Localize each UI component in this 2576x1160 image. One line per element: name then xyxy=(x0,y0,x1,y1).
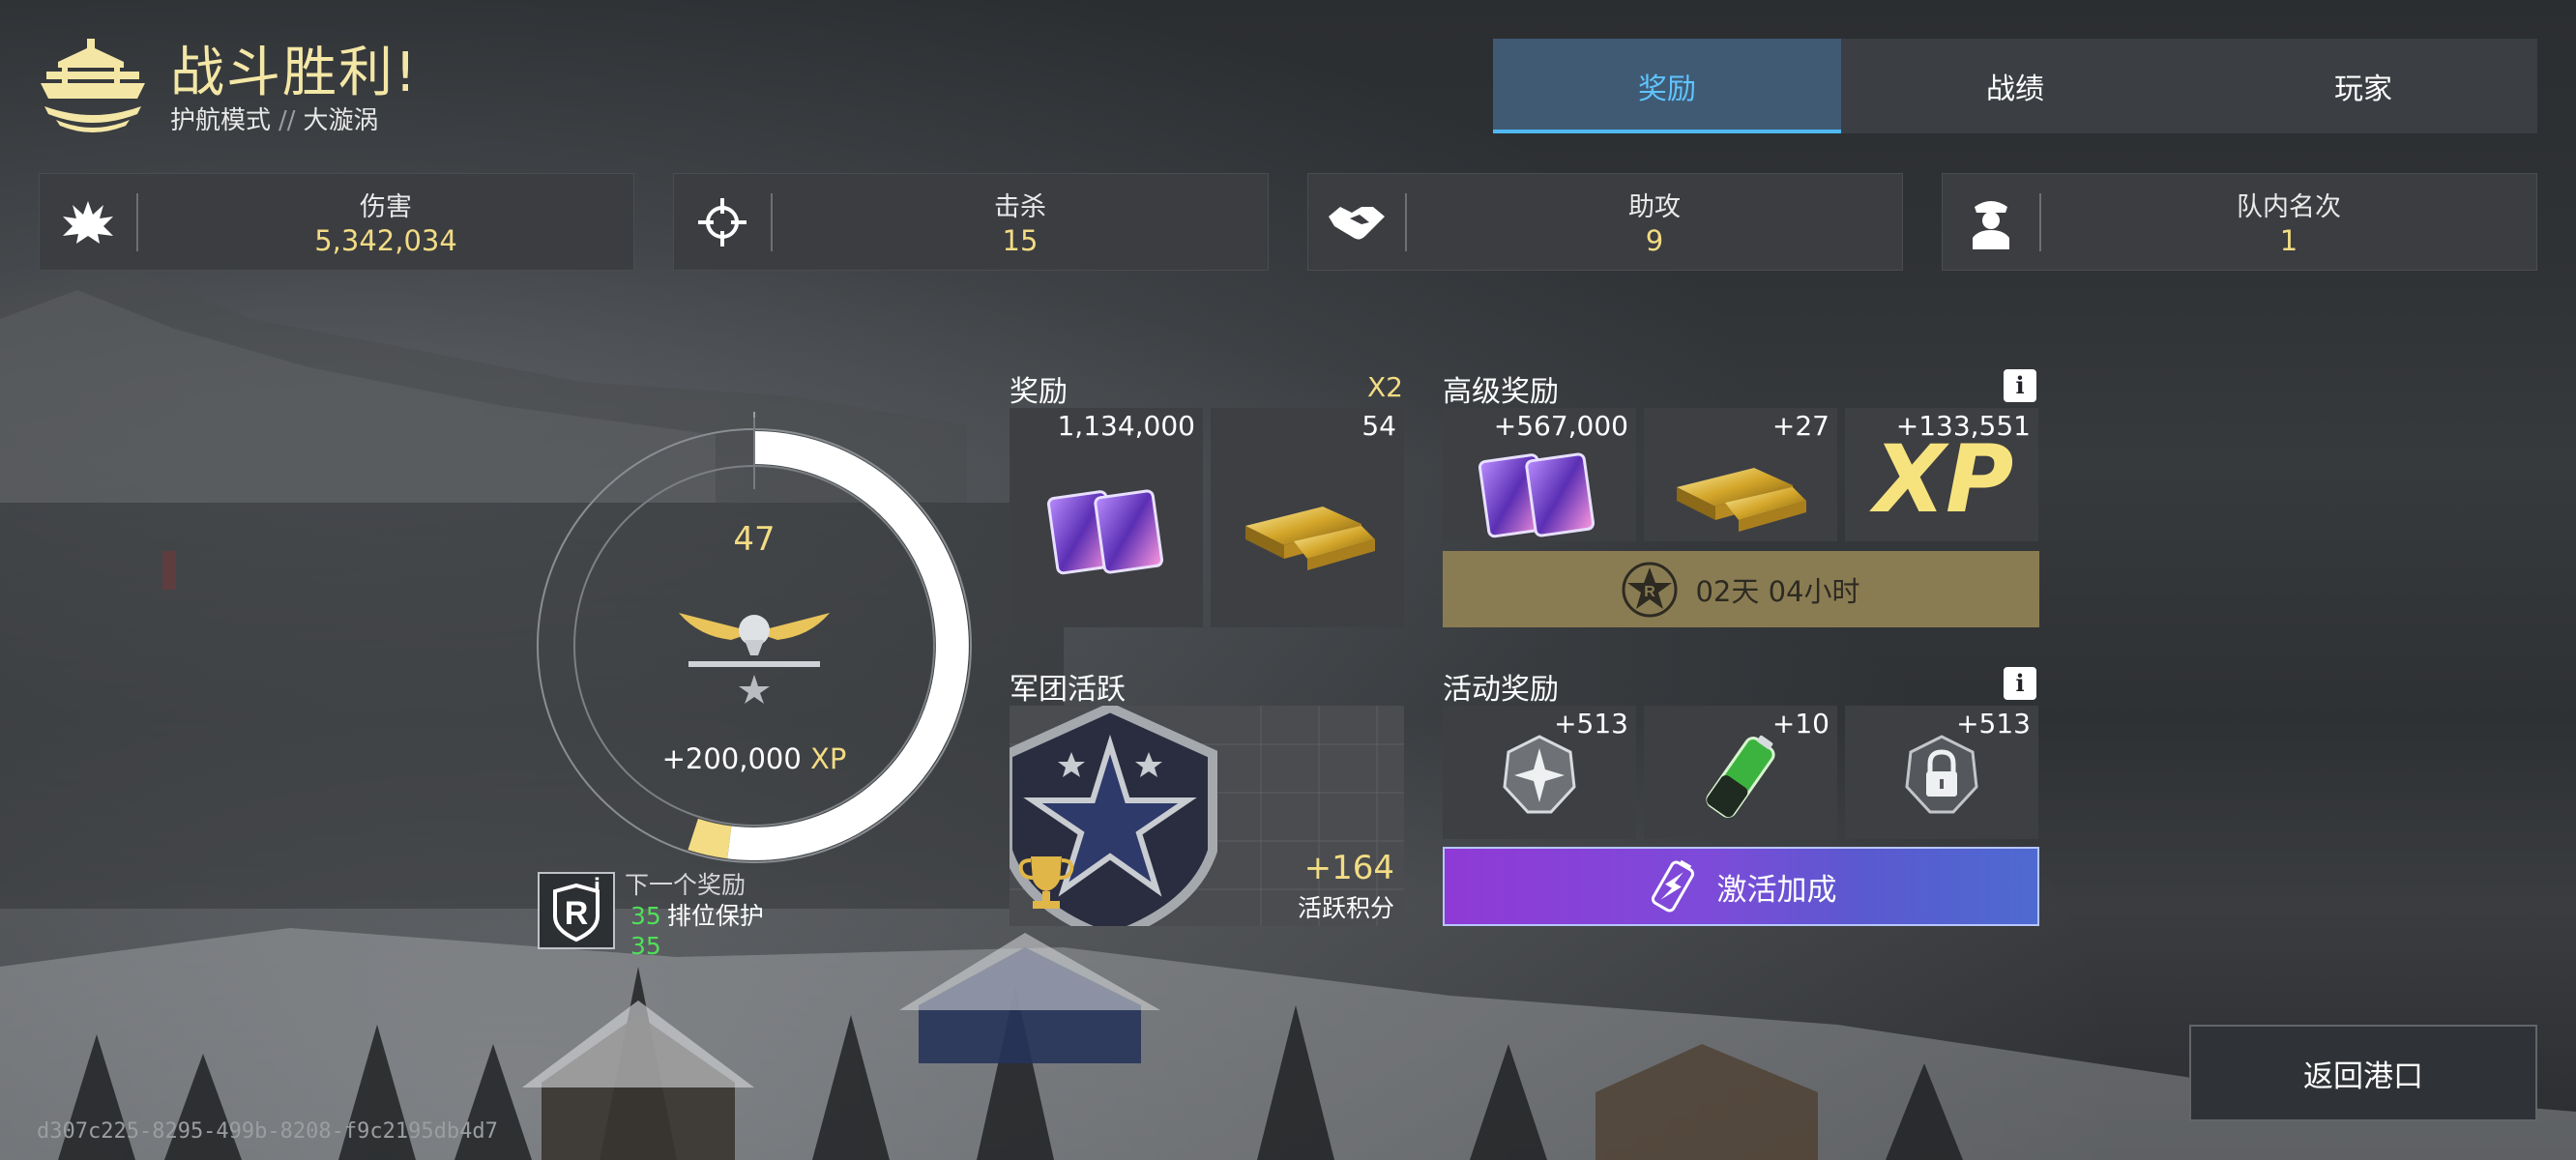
legion-activity-title: 军团活跃 xyxy=(1010,673,1126,707)
map-name: 大漩涡 xyxy=(303,106,379,135)
legion-points-label: 活跃积分 xyxy=(1297,894,1394,922)
reward-amount: 1,134,000 xyxy=(1057,410,1195,442)
compass-star-icon xyxy=(1503,735,1576,814)
tab-rewards[interactable]: 奖励 xyxy=(1493,39,1841,133)
stat-value: 5,342,034 xyxy=(314,224,457,257)
next-reward-label: 下一个奖励 xyxy=(625,871,746,899)
premium-tile-gold[interactable]: +27 xyxy=(1644,408,1837,541)
stat-value: 15 xyxy=(1002,224,1039,257)
info-icon[interactable]: i xyxy=(2004,667,2036,700)
rank-protection-badge[interactable]: R xyxy=(538,872,615,949)
stat-card-kills: 击杀 15 xyxy=(673,173,1269,271)
eagle-rank-icon xyxy=(669,597,839,706)
battery-icon xyxy=(1706,735,1775,818)
next-reward-detail: 35 排位保护 xyxy=(630,897,764,932)
xp-gain-amount: +200,000 xyxy=(661,742,802,775)
page-title: 战斗胜利! xyxy=(170,42,419,104)
xp-icon: XP xyxy=(1874,425,2014,534)
premium-timer-bar[interactable]: R 02天 04小时 xyxy=(1443,551,2039,627)
battle-subtitle: 护航模式//大漩涡 xyxy=(170,101,379,136)
boost-battery-icon xyxy=(1651,859,1694,913)
activate-boost-label: 激活加成 xyxy=(1716,872,1837,908)
xp-gain: +200,000 XP xyxy=(619,742,890,775)
svg-text:R: R xyxy=(1645,584,1656,600)
next-reward-count-secondary: 35 xyxy=(630,932,661,960)
xp-unit: XP xyxy=(810,742,847,775)
warship-emblem-icon xyxy=(37,35,149,137)
stat-label: 伤害 xyxy=(360,192,412,222)
premium-tile-xp[interactable]: +133,551 XP xyxy=(1845,408,2038,541)
info-icon[interactable]: i xyxy=(2004,369,2036,402)
credit-cards-icon xyxy=(1046,489,1164,575)
lock-icon xyxy=(1905,735,1978,814)
legion-points: +164 xyxy=(1303,849,1394,887)
premium-tile-credits[interactable]: +567,000 xyxy=(1443,408,1636,541)
reward-amount: +27 xyxy=(1771,410,1830,442)
xp-progress-new-segment xyxy=(688,818,732,859)
event-tile-battery[interactable]: +10 xyxy=(1644,706,1837,839)
stat-card-damage: 伤害 5,342,034 xyxy=(39,173,634,271)
credit-cards-icon xyxy=(1478,452,1595,538)
trophy-icon xyxy=(1018,856,1074,909)
premium-star-icon: R xyxy=(1622,562,1678,617)
match-id: d307c225-8295-499b-8208-f9c2195db4d7 xyxy=(37,1119,498,1144)
return-to-port-button[interactable]: 返回港口 xyxy=(2189,1025,2537,1121)
handshake-icon xyxy=(1308,174,1405,270)
stat-card-assists: 助攻 9 xyxy=(1307,173,1903,271)
legion-activity-card[interactable]: +164 活跃积分 xyxy=(1010,706,1404,926)
reward-tile-credits[interactable]: 1,134,000 xyxy=(1010,408,1203,627)
captain-icon xyxy=(1943,174,2039,270)
gold-bars-icon xyxy=(1677,468,1806,532)
reward-amount: 54 xyxy=(1361,410,1396,442)
player-level: 47 xyxy=(733,520,776,559)
event-tile-compass[interactable]: +513 xyxy=(1443,706,1636,839)
next-reward-name: 排位保护 xyxy=(666,902,764,930)
explosion-icon xyxy=(40,174,136,270)
info-icon[interactable]: i xyxy=(594,874,600,897)
stat-value: 1 xyxy=(2279,224,2298,257)
crosshair-icon xyxy=(674,174,771,270)
stat-label: 队内名次 xyxy=(2237,192,2341,222)
rewards-title: 奖励 xyxy=(1010,375,1068,409)
activate-boost-button[interactable]: 激活加成 xyxy=(1443,847,2039,926)
stat-card-team-rank: 队内名次 1 xyxy=(1942,173,2537,271)
subtitle-separator: // xyxy=(278,106,296,135)
stat-label: 击杀 xyxy=(994,192,1046,222)
reward-multiplier: X2 xyxy=(1367,371,1403,403)
event-rewards-title: 活动奖励 xyxy=(1443,673,1559,707)
next-reward-count: 35 xyxy=(630,902,661,930)
event-tile-locked[interactable]: +513 xyxy=(1845,706,2038,839)
tab-battle-record[interactable]: 战绩 xyxy=(1841,39,2189,133)
stat-value: 9 xyxy=(1645,224,1664,257)
gold-bars-icon xyxy=(1245,507,1375,570)
stat-label: 助攻 xyxy=(1628,192,1681,222)
reward-tile-gold[interactable]: 54 xyxy=(1211,408,1404,627)
tab-players[interactable]: 玩家 xyxy=(2189,39,2537,133)
premium-time-remaining: 02天 04小时 xyxy=(1695,574,1860,608)
svg-text:R: R xyxy=(565,895,589,932)
game-mode: 护航模式 xyxy=(170,106,272,135)
premium-rewards-title: 高级奖励 xyxy=(1443,375,1559,409)
result-tabs: 奖励 战绩 玩家 xyxy=(1493,39,2537,133)
